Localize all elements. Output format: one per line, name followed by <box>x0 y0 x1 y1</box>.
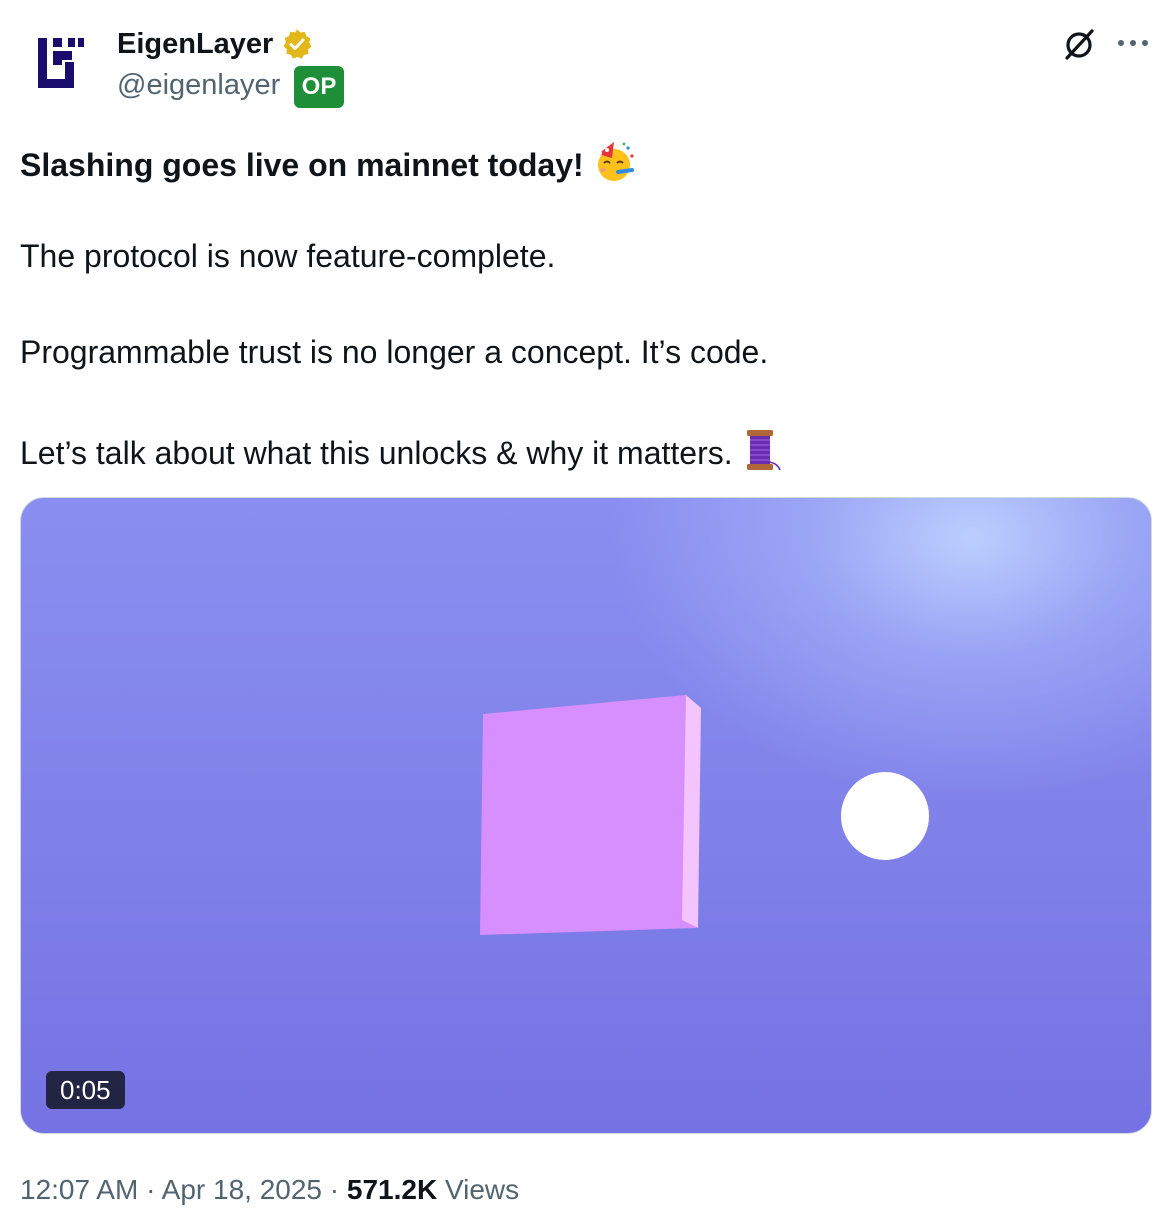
tweet-date[interactable]: Apr 18, 2025 <box>162 1174 322 1205</box>
tweet-line-2: The protocol is now feature-complete. <box>20 238 556 274</box>
meta-separator: · <box>146 1174 156 1205</box>
video-duration: 0:05 <box>46 1071 125 1109</box>
partying-face-emoji <box>597 142 634 181</box>
meta-separator: · <box>329 1174 340 1205</box>
video-frame <box>480 695 929 935</box>
tweet-line-1-text: Slashing goes live on mainnet today! <box>20 147 584 183</box>
tweet-line-1: Slashing goes live on mainnet today! <box>20 140 1140 185</box>
more-icon[interactable] <box>1114 28 1152 58</box>
tweet-line-4-text: Let’s talk about what this unlocks & why… <box>20 435 733 471</box>
avatar[interactable] <box>20 22 100 102</box>
tweet-line-4: Let’s talk about what this unlocks & why… <box>20 428 1140 473</box>
op-badge: OP <box>294 66 344 108</box>
author-handle[interactable]: @eigenlayer <box>117 67 280 103</box>
grok-icon[interactable] <box>1062 26 1098 62</box>
tweet-meta: 12:07 AM · Apr 18, 2025 · 571.2K Views <box>20 1172 519 1208</box>
thread-spool-emoji <box>746 430 781 471</box>
video-player[interactable]: 0:05 <box>20 497 1152 1134</box>
eigenlayer-logo-icon <box>38 38 84 88</box>
views-label: Views <box>444 1174 520 1205</box>
views-count: 571.2K <box>346 1174 438 1205</box>
tweet-time[interactable]: 12:07 AM <box>20 1174 138 1205</box>
tweet-detail: EigenLayer @eigenlayer OP Slashing goes … <box>0 0 1176 1230</box>
author-name[interactable]: EigenLayer <box>117 26 273 62</box>
verified-badge-icon[interactable] <box>281 28 313 60</box>
tweet-line-3: Programmable trust is no longer a concep… <box>20 334 769 370</box>
